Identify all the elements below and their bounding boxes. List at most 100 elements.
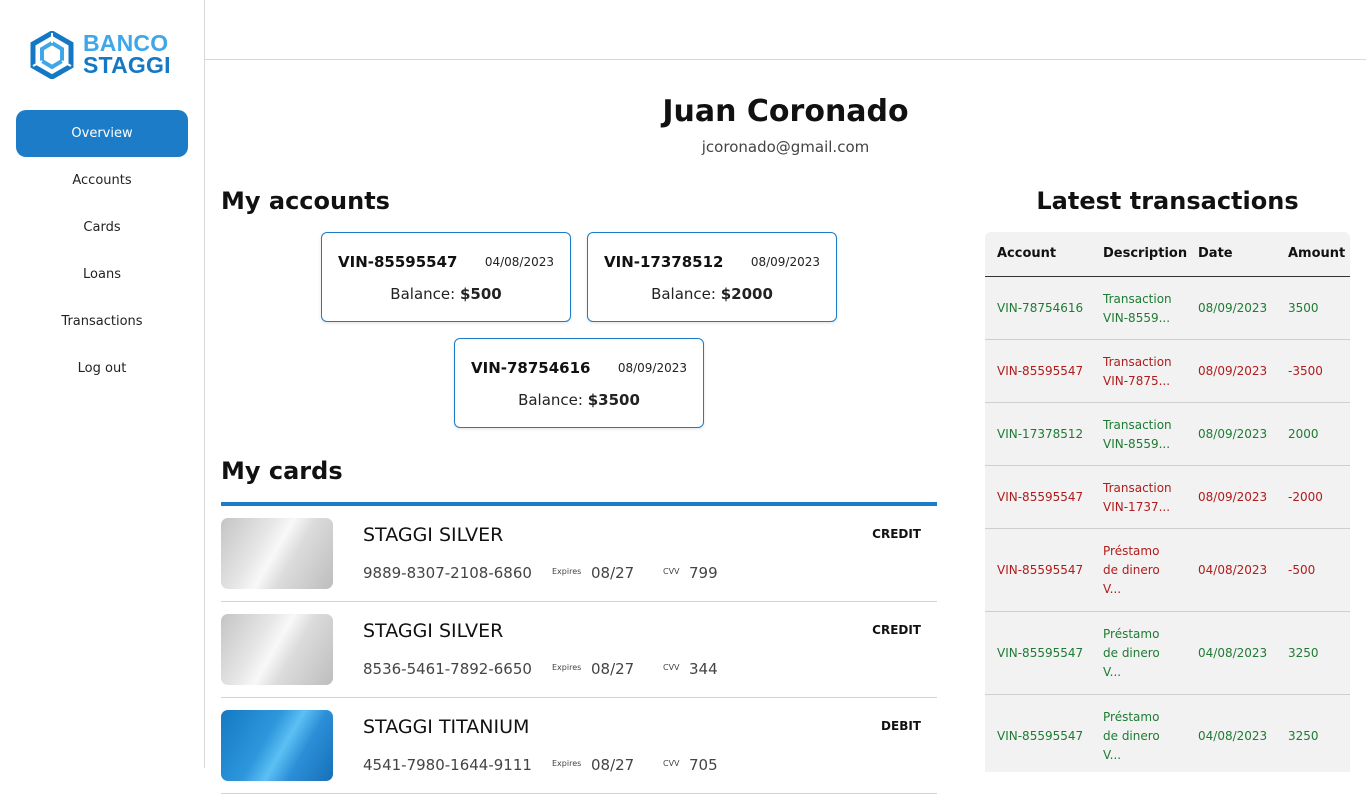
- card-item[interactable]: STAGGI TITANIUM DEBIT 4541-7980-1644-911…: [221, 698, 937, 794]
- cell-description: Préstamo de dinero V...: [1103, 627, 1160, 679]
- balance-label: Balance:: [390, 285, 460, 303]
- account-balance: Balance: $2000: [588, 285, 836, 303]
- account-number: VIN-85595547: [338, 253, 458, 271]
- card-number: 8536-5461-7892-6650: [363, 660, 532, 678]
- card-name: STAGGI SILVER: [363, 620, 504, 642]
- card-type: CREDIT: [872, 623, 921, 637]
- logo-hexagon-icon: [30, 31, 74, 79]
- card-item[interactable]: STAGGI SILVER CREDIT 9889-8307-2108-6860…: [221, 506, 937, 602]
- card-cvv: 705: [689, 756, 718, 774]
- account-number: VIN-78754616: [471, 359, 591, 377]
- table-row[interactable]: VIN-17378512 08/09/2023 2000 Transaction VIN…: [985, 403, 1350, 466]
- cell-description: Transaction VIN-8559...: [1103, 292, 1172, 325]
- cell-account: VIN-85595547: [997, 646, 1084, 660]
- cards-title: My cards: [221, 457, 343, 485]
- balance-value: $2000: [720, 285, 773, 303]
- cell-description: Transaction VIN-8559...: [1103, 418, 1172, 451]
- cell-amount: 2000: [1288, 427, 1319, 441]
- card-cvv: 344: [689, 660, 718, 678]
- transactions-table: Account Description Date Amount VIN-7875…: [985, 232, 1350, 772]
- cell-amount: 3250: [1288, 646, 1319, 660]
- table-row[interactable]: VIN-85595547 04/08/2023 -500 Préstamo de din…: [985, 529, 1350, 612]
- cvv-label: CVV: [663, 663, 680, 672]
- logo-line-1: BANCO: [83, 30, 169, 56]
- card-image: [221, 614, 333, 685]
- balance-label: Balance:: [518, 391, 588, 409]
- cell-description: Préstamo de dinero V...: [1103, 544, 1160, 596]
- table-row[interactable]: VIN-85595547 08/09/2023 -2000 Transaction VI…: [985, 466, 1350, 529]
- header-amount: Amount: [1288, 246, 1346, 261]
- table-header: Account Description Date Amount: [985, 232, 1350, 277]
- balance-value: $500: [459, 285, 502, 303]
- header-date: Date: [1198, 246, 1233, 261]
- sidebar-item-transactions[interactable]: Transactions: [16, 298, 188, 345]
- account-card[interactable]: VIN-17378512 08/09/2023 Balance: $2000: [587, 232, 837, 322]
- account-date: 08/09/2023: [617, 361, 687, 375]
- card-image: [221, 710, 333, 781]
- card-number: 4541-7980-1644-9111: [363, 756, 532, 774]
- cell-date: 08/09/2023: [1198, 364, 1268, 378]
- cell-amount: 3500: [1288, 301, 1319, 315]
- expires-label: Expires: [552, 663, 582, 672]
- profile-name: Juan Coronado: [662, 94, 909, 129]
- cell-account: VIN-78754616: [997, 301, 1084, 315]
- cell-description: Transaction VIN-1737...: [1103, 481, 1172, 514]
- table-row[interactable]: VIN-85595547 04/08/2023 3250 Préstamo de din…: [985, 612, 1350, 695]
- bank-logo[interactable]: BANCO STAGGI: [30, 30, 180, 82]
- cell-amount: -500: [1288, 563, 1316, 577]
- sidebar-item-accounts[interactable]: Accounts: [16, 157, 188, 204]
- cell-description: Transaction VIN-7875...: [1103, 355, 1172, 388]
- cell-date: 04/08/2023: [1198, 563, 1268, 577]
- cell-account: VIN-85595547: [997, 490, 1084, 504]
- account-card[interactable]: VIN-78754616 08/09/2023 Balance: $3500: [454, 338, 704, 428]
- logo-line-2: STAGGI: [83, 52, 171, 78]
- table-row[interactable]: VIN-78754616 08/09/2023 3500 Transaction VIN…: [985, 277, 1350, 340]
- sidebar-nav: Overview Accounts Cards Loans Transactio…: [16, 110, 188, 392]
- cell-account: VIN-85595547: [997, 364, 1084, 378]
- cell-date: 04/08/2023: [1198, 646, 1268, 660]
- account-balance: Balance: $3500: [455, 391, 703, 409]
- cell-description: Préstamo de dinero V...: [1103, 710, 1160, 762]
- card-expiry: 08/27: [591, 564, 635, 582]
- sidebar-item-logout[interactable]: Log out: [16, 345, 188, 392]
- card-item[interactable]: STAGGI SILVER CREDIT 8536-5461-7892-6650…: [221, 602, 937, 698]
- account-number: VIN-17378512: [604, 253, 724, 271]
- card-expiry: 08/27: [591, 660, 635, 678]
- header-description: Description: [1103, 246, 1188, 261]
- header-account: Account: [997, 246, 1057, 261]
- account-date: 04/08/2023: [484, 255, 554, 269]
- account-card[interactable]: VIN-85595547 04/08/2023 Balance: $500: [321, 232, 571, 322]
- sidebar-item-overview[interactable]: Overview: [16, 110, 188, 157]
- cvv-label: CVV: [663, 567, 680, 576]
- expires-label: Expires: [552, 567, 582, 576]
- card-name: STAGGI TITANIUM: [363, 716, 530, 738]
- card-name: STAGGI SILVER: [363, 524, 504, 546]
- card-number: 9889-8307-2108-6860: [363, 564, 532, 582]
- card-image: [221, 518, 333, 589]
- cell-amount: -3500: [1288, 364, 1323, 378]
- balance-value: $3500: [587, 391, 640, 409]
- card-expiry: 08/27: [591, 756, 635, 774]
- card-cvv: 799: [689, 564, 718, 582]
- sidebar-item-loans[interactable]: Loans: [16, 251, 188, 298]
- table-row[interactable]: VIN-85595547 08/09/2023 -3500 Transaction VI…: [985, 340, 1350, 403]
- cell-date: 08/09/2023: [1198, 490, 1268, 504]
- sidebar-item-cards[interactable]: Cards: [16, 204, 188, 251]
- cell-amount: -2000: [1288, 490, 1323, 504]
- cvv-label: CVV: [663, 759, 680, 768]
- profile-email: jcoronado@gmail.com: [701, 138, 870, 156]
- card-type: CREDIT: [872, 527, 921, 541]
- top-bar: [205, 0, 1366, 60]
- sidebar: BANCO STAGGI Overview Accounts Cards Loa…: [0, 0, 205, 768]
- account-date: 08/09/2023: [750, 255, 820, 269]
- account-balance: Balance: $500: [322, 285, 570, 303]
- accounts-title: My accounts: [221, 187, 390, 215]
- cell-date: 08/09/2023: [1198, 427, 1268, 441]
- table-row[interactable]: VIN-85595547 04/08/2023 3250 Préstamo de din…: [985, 695, 1350, 772]
- cell-account: VIN-17378512: [997, 427, 1084, 441]
- cell-date: 04/08/2023: [1198, 729, 1268, 743]
- cell-amount: 3250: [1288, 729, 1319, 743]
- balance-label: Balance:: [651, 285, 721, 303]
- cell-account: VIN-85595547: [997, 729, 1084, 743]
- expires-label: Expires: [552, 759, 582, 768]
